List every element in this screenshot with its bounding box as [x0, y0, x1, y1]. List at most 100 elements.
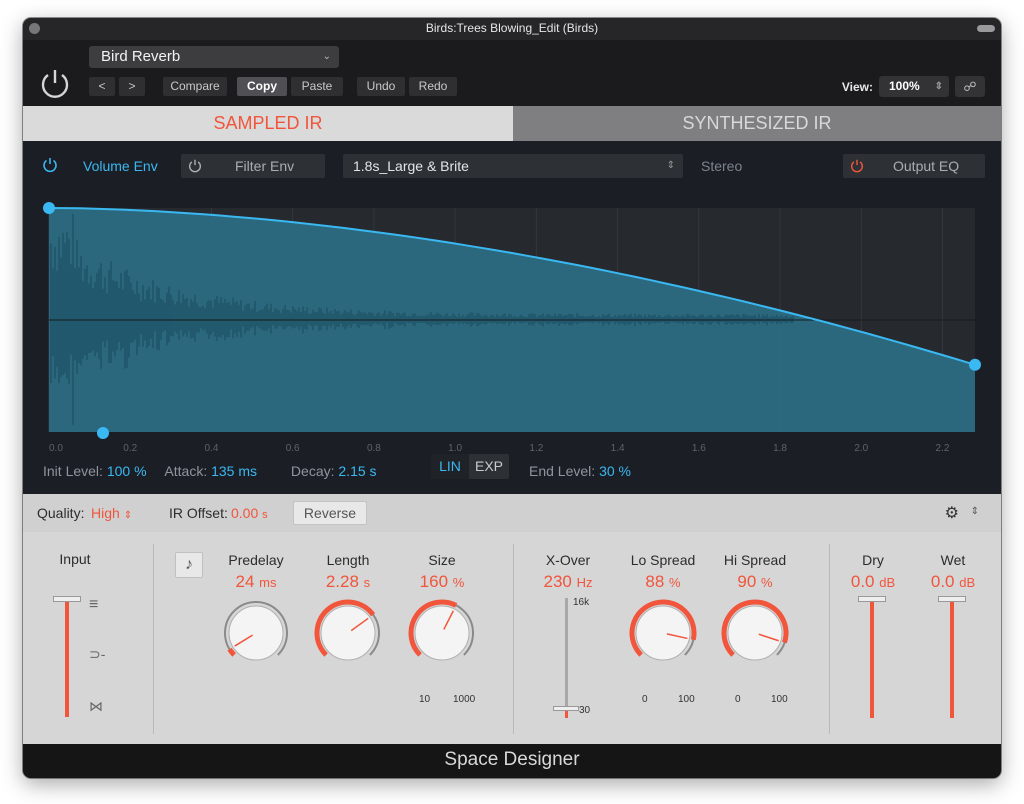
title-bar: Birds:Trees Blowing_Edit (Birds)	[23, 18, 1001, 40]
window-pill[interactable]	[977, 25, 995, 32]
decay-value[interactable]: 2.15 s	[338, 463, 376, 479]
output-eq-power-icon[interactable]	[849, 158, 865, 174]
redo-button[interactable]: Redo	[409, 77, 457, 96]
divider	[153, 544, 154, 734]
predelay-readout: 24 ms	[221, 572, 291, 592]
init-level-value[interactable]: 100 %	[107, 463, 147, 479]
quality-bar: Quality: High ⇕ IR Offset: 0.00 s Revers…	[23, 494, 1001, 532]
stereo-cross-icon[interactable]: ⋈	[89, 698, 103, 715]
compare-button[interactable]: Compare	[163, 77, 227, 96]
wet-readout: 0.0 dB	[918, 572, 988, 592]
gear-icon[interactable]: ⚙	[945, 503, 959, 523]
volume-env-power-icon[interactable]	[41, 156, 59, 174]
chevron-down-icon: ⌄	[322, 51, 331, 62]
view-zoom-select[interactable]: 100% ⇕	[879, 76, 949, 97]
wet-value: 0.0	[930, 572, 955, 591]
input-fader-handle[interactable]	[53, 596, 81, 602]
lin-button[interactable]: LIN	[431, 454, 469, 479]
lo-spread-knob[interactable]	[628, 598, 698, 668]
dry-unit: dB	[879, 575, 896, 590]
stepper-icon: ⇕	[666, 160, 675, 171]
quality-select[interactable]: High ⇕	[91, 505, 132, 521]
end-level-value[interactable]: 30 %	[599, 463, 631, 479]
filter-env-power-icon[interactable]	[187, 158, 203, 174]
prev-preset-button[interactable]: <	[89, 77, 115, 96]
wet-fader-track[interactable]	[950, 600, 954, 718]
exp-button[interactable]: EXP	[471, 454, 507, 479]
time-tick-label: 0.8	[367, 443, 381, 454]
lo-spread-value: 88	[645, 572, 665, 591]
hi-spread-label: Hi Spread	[723, 552, 787, 568]
init-level-handle[interactable]	[43, 202, 55, 214]
xover-label: X-Over	[545, 552, 591, 568]
predelay-label: Predelay	[228, 552, 284, 568]
time-tick-label: 0.4	[205, 443, 219, 454]
window-close-dot[interactable]	[29, 23, 40, 34]
length-knob[interactable]	[313, 598, 383, 668]
attack-value[interactable]: 135 ms	[211, 463, 257, 479]
wet-label: Wet	[940, 552, 966, 568]
next-preset-button[interactable]: >	[119, 77, 145, 96]
view-label: View:	[841, 80, 873, 94]
wet-fader-handle[interactable]	[938, 596, 966, 602]
time-tick-label: 0.2	[123, 443, 137, 454]
decay-label: Decay:	[290, 463, 335, 479]
time-tick-label: 0.0	[49, 443, 63, 454]
power-icon[interactable]	[37, 66, 73, 102]
filter-env-toggle[interactable]: Filter Env	[181, 154, 325, 178]
size-knob[interactable]	[407, 598, 477, 668]
hi-spread-max-label: 100	[771, 694, 788, 705]
size-max-label: 1000	[453, 694, 476, 705]
undo-button[interactable]: Undo	[357, 77, 405, 96]
hi-spread-readout: 90 %	[720, 572, 790, 592]
stepper-icon[interactable]: ⇕	[971, 506, 979, 517]
size-readout: 160 %	[407, 572, 477, 592]
reverse-button[interactable]: Reverse	[293, 501, 367, 525]
end-level-handle[interactable]	[969, 358, 981, 371]
volume-env-button[interactable]: Volume Env	[83, 154, 158, 178]
knob-body	[228, 605, 284, 661]
ir-file-menu[interactable]: 1.8s_Large & Brite ⇕	[343, 154, 683, 178]
lin-exp-switch[interactable]: LIN EXP	[431, 454, 509, 479]
time-tick-label: 1.4	[611, 443, 625, 454]
plugin-window: Birds:Trees Blowing_Edit (Birds) Bird Re…	[23, 18, 1001, 778]
quality-value: High	[91, 505, 120, 521]
time-axis: 0.0 0.2 0.4 0.6 0.8 1.0 1.2 1.4 1.6 1.8 2.0 2.2	[49, 443, 950, 454]
xover-fader-handle[interactable]	[553, 706, 579, 711]
output-eq-toggle[interactable]: Output EQ	[843, 154, 985, 178]
hi-spread-knob[interactable]	[720, 598, 790, 668]
size-unit: %	[452, 575, 465, 590]
dry-fader-track[interactable]	[870, 600, 874, 718]
input-fader-track[interactable]	[65, 599, 69, 717]
tab-synthesized-ir[interactable]: SYNTHESIZED IR	[513, 106, 1001, 141]
end-level-param: End Level: 30 %	[529, 463, 631, 479]
filter-env-label: Filter Env	[235, 158, 295, 174]
paste-button[interactable]: Paste	[291, 77, 343, 96]
stereo-split-icon[interactable]: ⊃-	[89, 646, 105, 663]
tempo-sync-note-icon[interactable]: ♪	[175, 552, 203, 578]
time-tick-label: 0.6	[286, 443, 300, 454]
knob-body	[414, 605, 470, 661]
mono-icon[interactable]: ≡	[89, 596, 98, 614]
envelope-graph[interactable]: 0.0 0.2 0.4 0.6 0.8 1.0 1.2 1.4 1.6 1.8 2.0 2.2	[43, 201, 983, 471]
ir-offset-label: IR Offset:	[169, 505, 228, 521]
attack-handle[interactable]	[97, 427, 109, 439]
dry-label: Dry	[862, 552, 884, 568]
copy-button[interactable]: Copy	[237, 77, 287, 96]
init-level-label: Init Level:	[43, 463, 103, 479]
quality-label: Quality:	[37, 505, 85, 521]
lo-spread-max-label: 100	[678, 694, 695, 705]
xover-fader-track[interactable]	[565, 598, 568, 718]
predelay-knob[interactable]	[221, 598, 291, 668]
stereo-label: Stereo	[701, 158, 743, 174]
preset-menu[interactable]: Bird Reverb ⌄	[89, 46, 339, 68]
view-zoom-value: 100%	[889, 79, 920, 93]
parameter-panel: Quality: High ⇕ IR Offset: 0.00 s Revers…	[23, 494, 1001, 744]
ir-offset-field[interactable]: 0.00 s	[231, 505, 268, 521]
link-icon[interactable]: ☍	[955, 76, 985, 97]
dry-fader-handle[interactable]	[858, 596, 886, 602]
end-level-label: End Level:	[529, 463, 596, 479]
ir-mode-tabs: SAMPLED IR SYNTHESIZED IR	[23, 106, 1001, 141]
knob-body	[635, 605, 691, 661]
tab-sampled-ir[interactable]: SAMPLED IR	[23, 106, 513, 141]
